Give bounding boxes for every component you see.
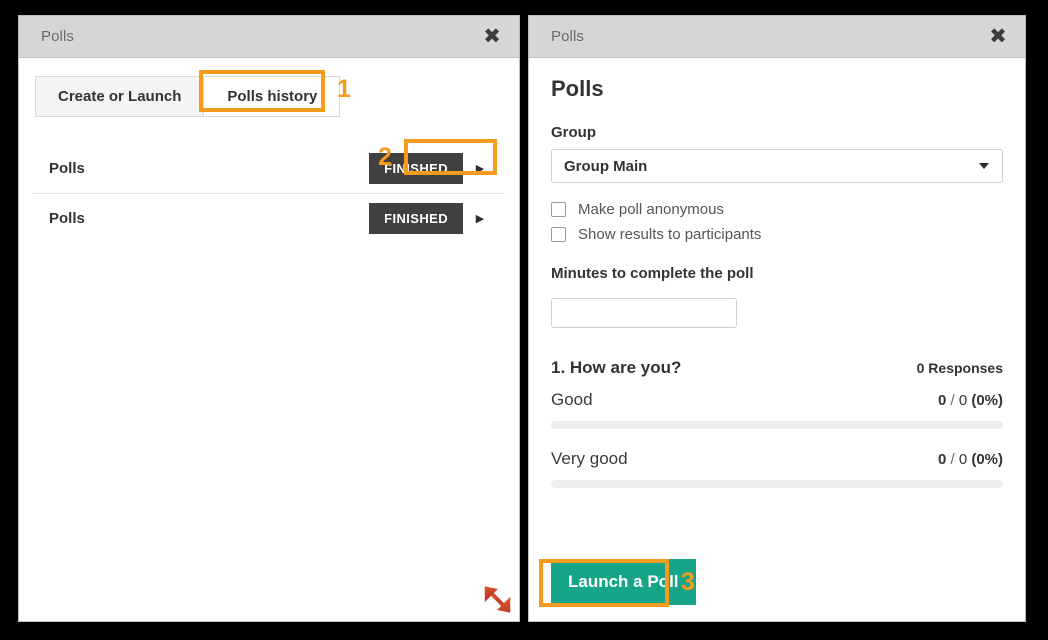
right-panel-title: Polls [551,28,585,45]
question-title: 1. How are you? [551,358,682,377]
tabstrip: Create or Launch Polls history [19,58,519,117]
group-label: Group [551,124,596,141]
close-icon[interactable]: ✖ [985,24,1011,50]
tab-create-or-launch[interactable]: Create or Launch [35,76,205,117]
polls-detail-panel: Polls ✖ Polls Group Group Main Make poll… [528,15,1026,622]
answer-tally: 0 / 0 (0%) [938,392,1003,409]
checkbox-label: Make poll anonymous [578,201,724,218]
chevron-right-icon[interactable]: ▶ [469,212,491,225]
answer-label: Good [551,390,593,409]
answer-percent: (0%) [971,451,1003,468]
group-select-value: Group Main [564,157,648,175]
resize-diagonal-arrow-icon[interactable] [483,585,513,615]
right-panel-body: Polls Group Group Main Make poll anonymo… [529,58,1025,621]
minutes-input[interactable] [551,298,737,328]
annotation-number-2: 2 [378,143,392,171]
answer-separator: / [946,392,959,409]
poll-options: Make poll anonymous Show results to part… [551,201,1003,251]
annotation-number-1: 1 [337,75,351,103]
table-row[interactable]: Polls FINISHED ▶ [33,143,505,193]
close-icon[interactable]: ✖ [479,24,505,50]
table-row[interactable]: Polls FINISHED ▶ [33,193,505,243]
chevron-right-icon[interactable]: ▶ [469,162,491,175]
checkbox-box[interactable] [551,202,566,217]
left-panel-titlebar: Polls ✖ [19,16,519,58]
answer-separator: / [946,451,959,468]
checkbox-make-poll-anonymous[interactable]: Make poll anonymous [551,201,1003,218]
answer-progress-bar [551,421,1003,429]
chevron-down-icon [979,163,989,169]
minutes-label: Minutes to complete the poll [551,265,754,282]
answer-tally: 0 / 0 (0%) [938,451,1003,468]
status-badge[interactable]: FINISHED [369,203,463,234]
checkbox-box[interactable] [551,227,566,242]
right-panel-footer: Launch a Poll [551,559,1003,621]
responses-count: 0 Responses [916,360,1003,376]
left-panel-title: Polls [41,28,75,45]
launch-a-poll-button[interactable]: Launch a Poll [551,559,696,605]
left-panel-body: Create or Launch Polls history Polls FIN… [19,58,519,621]
screenshot-stage: Polls ✖ Create or Launch Polls history P… [0,0,1048,640]
right-panel-titlebar: Polls ✖ [529,16,1025,58]
group-select[interactable]: Group Main [551,149,1003,183]
answer-percent: (0%) [971,392,1003,409]
answer-label: Very good [551,449,628,468]
answer-progress-bar [551,480,1003,488]
answer-option: Very good 0 / 0 (0%) [551,449,1003,488]
answer-total: 0 [958,451,968,468]
checkbox-label: Show results to participants [578,226,762,243]
checkbox-show-results-to-participants[interactable]: Show results to participants [551,226,1003,243]
page-title: Polls [551,76,604,101]
answer-total: 0 [958,392,968,409]
polls-history-panel: Polls ✖ Create or Launch Polls history P… [18,15,520,622]
polls-history-list: Polls FINISHED ▶ Polls FINISHED ▶ [19,143,519,243]
tab-polls-history[interactable]: Polls history [204,76,341,117]
question-header: 1. How are you? 0 Responses [551,358,1003,378]
question-block: 1. How are you? 0 Responses Good 0 / 0 (… [551,358,1003,488]
poll-row-label: Polls [49,159,85,177]
poll-row-label: Polls [49,210,85,227]
answer-option: Good 0 / 0 (0%) [551,390,1003,429]
annotation-number-3: 3 [681,568,695,596]
